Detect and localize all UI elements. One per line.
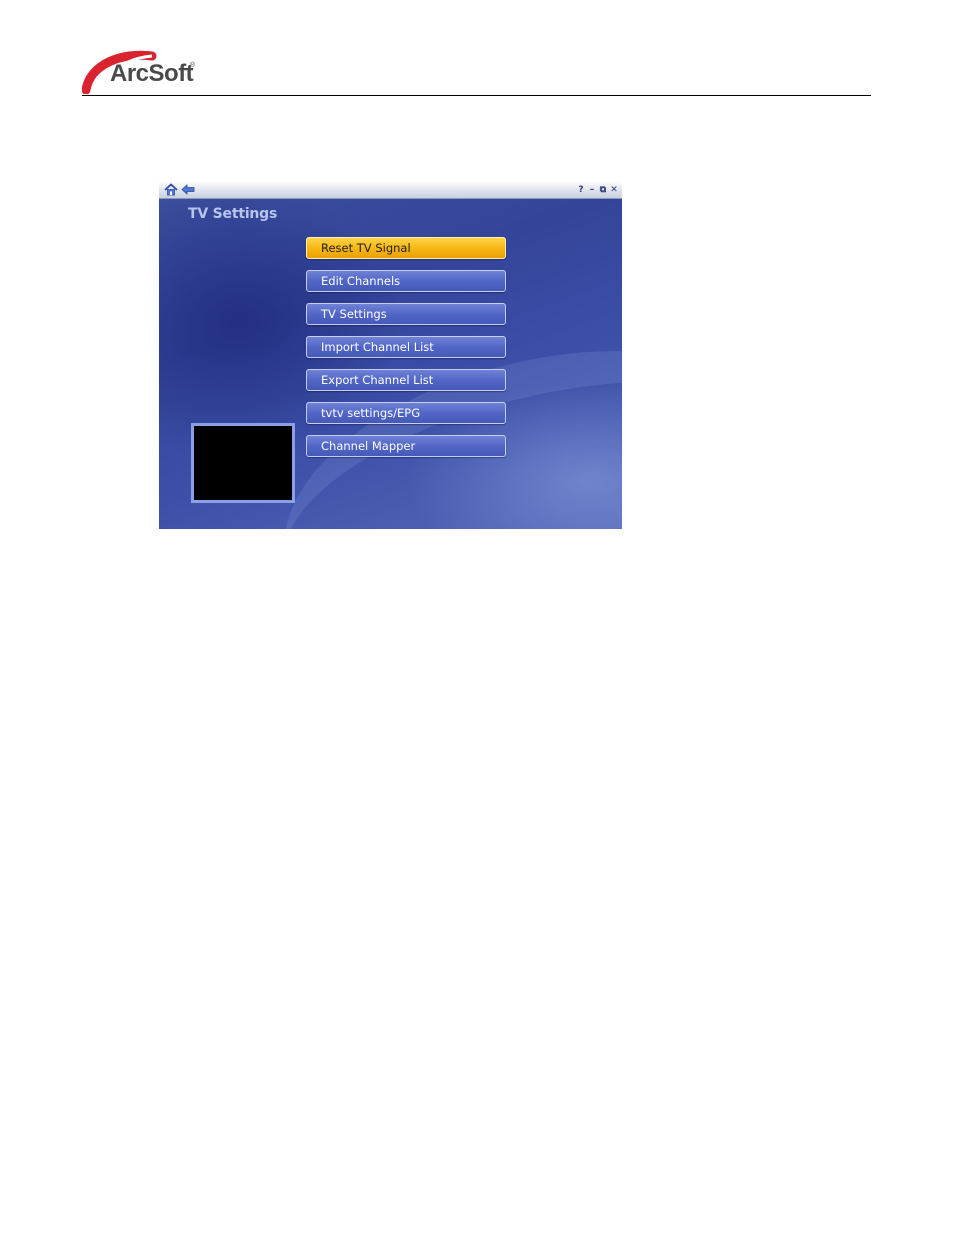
- logo-text: ArcSoft: [110, 60, 194, 87]
- reset-tv-signal-button[interactable]: Reset TV Signal: [306, 237, 506, 259]
- title-bar: ? – ⧉ ✕: [159, 181, 622, 199]
- restore-button[interactable]: ⧉: [599, 184, 607, 196]
- help-button[interactable]: ?: [577, 184, 585, 196]
- document-header: ArcSoft ®: [0, 0, 954, 100]
- minimize-button[interactable]: –: [588, 184, 596, 196]
- page-title: TV Settings: [188, 206, 278, 222]
- arcsoft-logo: ArcSoft ®: [82, 50, 222, 94]
- registered-mark: ®: [190, 62, 196, 69]
- window-controls: ? – ⧉ ✕: [577, 182, 618, 197]
- edit-channels-button[interactable]: Edit Channels: [306, 270, 506, 292]
- close-button[interactable]: ✕: [610, 184, 618, 196]
- export-channel-list-button[interactable]: Export Channel List: [306, 369, 506, 391]
- tvtv-settings-epg-button[interactable]: tvtv settings/EPG: [306, 402, 506, 424]
- channel-mapper-button[interactable]: Channel Mapper: [306, 435, 506, 457]
- import-channel-list-button[interactable]: Import Channel List: [306, 336, 506, 358]
- home-icon[interactable]: [164, 183, 178, 196]
- back-arrow-icon[interactable]: [181, 183, 195, 196]
- tv-settings-button[interactable]: TV Settings: [306, 303, 506, 325]
- tv-preview-pane: [191, 423, 295, 503]
- header-divider: [82, 95, 871, 96]
- tv-settings-window: ? – ⧉ ✕ TV Settings Reset TV Signal Edit…: [159, 181, 622, 529]
